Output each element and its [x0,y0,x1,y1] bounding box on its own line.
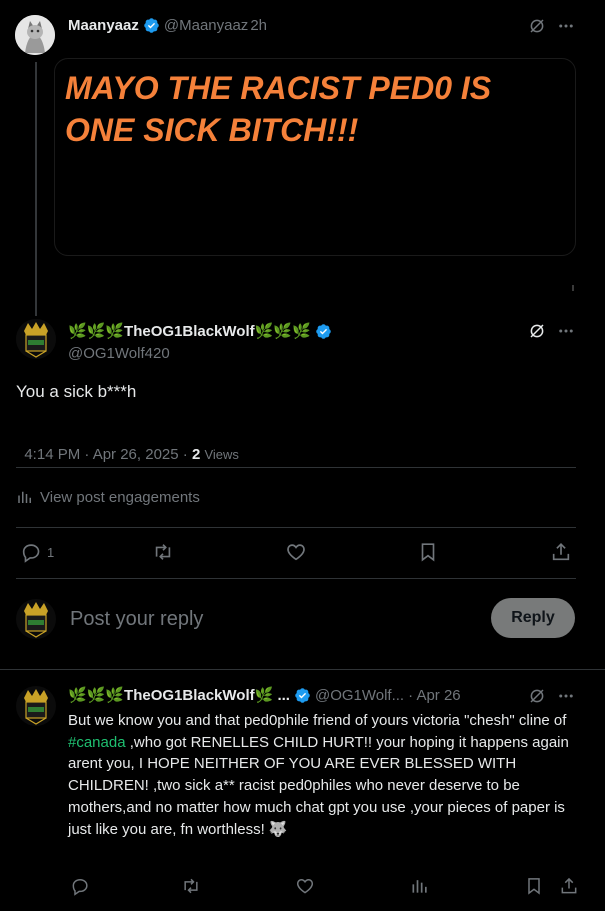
reply-author-name[interactable]: 🌿🌿🌿TheOG1BlackWolf🌿 ... [68,686,290,704]
composer-avatar [16,599,56,639]
main-author-handle[interactable]: @OG1Wolf420 [68,345,170,362]
hashtag-link[interactable]: #canada [68,734,126,751]
main-post-text: You a sick b***h [16,382,137,401]
main-author-name[interactable]: 🌿🌿🌿TheOG1BlackWolf🌿🌿🌿 [68,322,311,340]
main-author-avatar[interactable] [16,319,56,359]
reply-post-date[interactable]: · Apr 26 [408,687,461,704]
parent-post-time[interactable]: 2h [250,17,267,34]
reply-author-handle[interactable]: @OG1Wolf... [315,687,404,704]
grok-icon[interactable] [527,16,547,36]
divider [16,578,576,579]
divider [16,527,576,528]
reply-text-part1: But we know you and that ped0phile frien… [68,712,567,729]
grok-icon[interactable] [527,686,547,706]
reply-author-avatar[interactable] [16,686,56,726]
reply-button[interactable]: Reply [491,598,575,638]
view-engagements-label: View post engagements [40,488,200,506]
verified-badge-icon [315,323,332,340]
reply-count: 1 [47,544,55,560]
parent-headline-line2: ONE SICK BITCH!!! [65,112,359,148]
reply-input[interactable] [70,603,470,635]
repost-icon[interactable] [151,541,175,563]
like-icon[interactable] [284,541,308,563]
view-engagements-link[interactable]: View post engagements [16,488,200,506]
verified-badge-icon [143,17,160,34]
parent-author-avatar[interactable] [15,15,55,55]
reply-icon [20,541,42,563]
parent-author-handle[interactable]: @Maanyaaz [164,17,248,34]
main-more-icon[interactable] [556,321,576,341]
parent-author-name[interactable]: Maanyaaz [68,17,139,34]
reply-more-icon[interactable] [556,686,576,706]
parent-post-media[interactable]: MAYO THE RACIST PED0 IS ONE SICK BITCH!!… [54,58,576,256]
parent-headline-line1: MAYO THE RACIST PED0 IS [65,70,492,106]
analytics-icon [16,488,34,506]
scroll-indicator [572,285,574,291]
reply-text-part2: ,who got RENELLES CHILD HURT!! your hopi… [68,733,569,838]
analytics-icon[interactable] [409,875,431,897]
thread-connector-line [35,62,37,316]
divider [0,669,605,670]
main-post-timestamp[interactable]: 4:14 PM · Apr 26, 2025 · [24,446,192,463]
parent-more-icon[interactable] [556,16,576,36]
views-count: 2 [191,446,201,463]
like-icon[interactable] [294,875,316,897]
grok-icon[interactable] [527,321,547,341]
share-icon[interactable] [558,875,580,897]
bookmark-icon[interactable] [416,541,440,563]
views-label: Views [204,447,239,462]
share-icon[interactable] [549,541,573,563]
reply-icon[interactable] [69,875,91,897]
divider [16,467,576,468]
bookmark-icon[interactable] [523,875,545,897]
verified-badge-icon [294,687,311,704]
reply-post-text: But we know you and that ped0phile frien… [68,710,588,840]
reply-action[interactable]: 1 [20,541,54,563]
repost-icon[interactable] [180,875,202,897]
